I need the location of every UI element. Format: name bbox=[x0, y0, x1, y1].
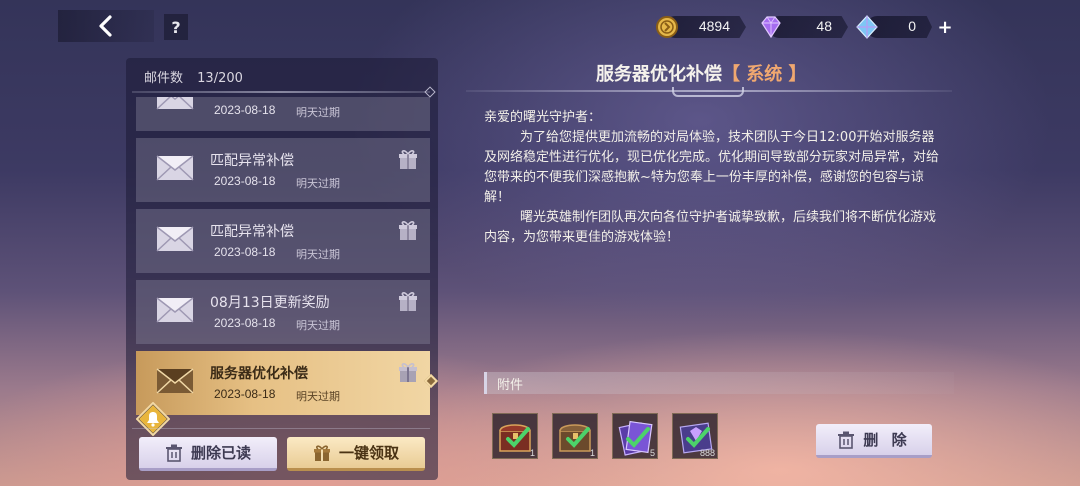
delete-read-label: 删除已读 bbox=[190, 444, 251, 462]
attachment-count: 1 bbox=[589, 448, 595, 458]
gold-coin-icon bbox=[656, 16, 678, 38]
mail-count-value: 13/200 bbox=[197, 71, 243, 86]
attachments-header: 附件 bbox=[484, 372, 954, 394]
blue-crystal-icon bbox=[856, 15, 878, 39]
gift-icon bbox=[399, 292, 417, 311]
mail-category: 【 系统 】 bbox=[722, 64, 807, 85]
chevron-left-icon bbox=[99, 15, 112, 37]
delete-mail-button[interactable]: 删 除 bbox=[816, 424, 932, 458]
mail-count: 邮件数 13/200 bbox=[144, 67, 243, 86]
attachment-item[interactable]: 5 bbox=[612, 413, 658, 459]
mail-date: 2023-08-18 bbox=[214, 316, 276, 330]
mail-date: 2023-08-18 bbox=[214, 387, 276, 401]
mail-date: 2023-08-18 bbox=[214, 174, 276, 188]
trash-icon bbox=[838, 431, 855, 449]
mail-date: 2023-08-18 bbox=[214, 103, 276, 117]
mail-expire: 明天过期 bbox=[296, 390, 340, 403]
mail-title: 匹配异常补偿 bbox=[210, 224, 294, 240]
mail-count-label: 邮件数 bbox=[144, 71, 184, 86]
list-item[interactable]: 08月13日更新奖励 2023-08-18 明天过期 bbox=[136, 280, 430, 344]
attachment-count: 1 bbox=[529, 448, 535, 458]
trash-icon bbox=[165, 444, 182, 462]
mail-title: 服务器优化补偿 bbox=[210, 366, 308, 382]
gold-coin-value: 4894 bbox=[698, 18, 730, 34]
gift-icon bbox=[399, 363, 417, 382]
mail-subject: 服务器优化补偿【 系统 】 bbox=[596, 60, 807, 86]
mail-date: 2023-08-18 bbox=[214, 245, 276, 259]
mail-paragraph: 为了给您提供更加流畅的对局体验，技术团队于今日12:00开始对服务器及网络稳定性… bbox=[484, 130, 940, 205]
envelope-icon bbox=[156, 368, 194, 394]
back-button[interactable] bbox=[58, 10, 154, 42]
envelope-icon bbox=[156, 297, 194, 323]
claim-all-button[interactable]: 一键领取 bbox=[287, 437, 425, 471]
attachments-label: 附件 bbox=[497, 378, 524, 393]
add-currency-button[interactable]: + bbox=[934, 16, 956, 38]
purple-diamond-value: 48 bbox=[816, 18, 832, 34]
mail-list[interactable]: 2023-08-18 明天过期 匹配异常补偿 2023-08-18 明天过期 匹… bbox=[136, 97, 432, 423]
mail-paragraph: 曙光英雄制作团队再次向各位守护者诚挚致歉，后续我们将不断优化游戏内容，为您带来更… bbox=[484, 210, 937, 245]
title-divider-ornament bbox=[672, 87, 744, 97]
mail-title: 匹配异常补偿 bbox=[210, 153, 294, 169]
envelope-icon bbox=[156, 226, 194, 252]
mail-expire: 明天过期 bbox=[296, 319, 340, 332]
list-item[interactable]: 2023-08-18 明天过期 bbox=[136, 97, 430, 131]
list-item[interactable]: 匹配异常补偿 2023-08-18 明天过期 bbox=[136, 209, 430, 273]
bottom-divider bbox=[132, 428, 430, 429]
mail-expire: 明天过期 bbox=[296, 177, 340, 190]
list-item-selected[interactable]: 服务器优化补偿 2023-08-18 明天过期 bbox=[136, 351, 430, 415]
mail-title: 08月13日更新奖励 bbox=[210, 295, 330, 311]
mail-greeting: 亲爱的曙光守护者： bbox=[484, 110, 602, 125]
envelope-icon bbox=[156, 155, 194, 181]
mail-body: 亲爱的曙光守护者： 为了给您提供更加流畅的对局体验，技术团队于今日12:00开始… bbox=[484, 108, 944, 248]
claim-all-label: 一键领取 bbox=[338, 444, 399, 462]
bell-icon bbox=[136, 402, 170, 436]
gift-icon bbox=[313, 444, 330, 461]
attachment-count: 888 bbox=[699, 448, 715, 458]
attachment-item[interactable]: 1 bbox=[492, 413, 538, 459]
delete-read-button[interactable]: 删除已读 bbox=[139, 437, 277, 471]
gift-icon bbox=[399, 221, 417, 240]
delete-mail-label: 删 除 bbox=[863, 431, 911, 449]
mail-expire: 明天过期 bbox=[296, 106, 340, 119]
attachment-item[interactable]: 888 bbox=[672, 413, 718, 459]
envelope-icon bbox=[156, 97, 194, 110]
mail-expire: 明天过期 bbox=[296, 248, 340, 261]
mail-subject-text: 服务器优化补偿 bbox=[596, 64, 722, 85]
help-button[interactable]: ? bbox=[164, 14, 188, 40]
gift-icon bbox=[399, 150, 417, 169]
purple-diamond-icon bbox=[761, 16, 781, 39]
attachment-item[interactable]: 1 bbox=[552, 413, 598, 459]
blue-crystal-value: 0 bbox=[908, 18, 916, 34]
attachment-count: 5 bbox=[649, 448, 655, 458]
list-divider bbox=[132, 91, 430, 93]
list-item[interactable]: 匹配异常补偿 2023-08-18 明天过期 bbox=[136, 138, 430, 202]
